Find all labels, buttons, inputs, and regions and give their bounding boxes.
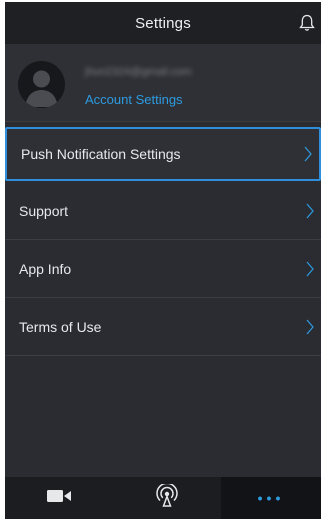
- chevron-right-icon: [305, 261, 315, 277]
- account-section[interactable]: jhun2324@gmail.com Account Settings: [5, 44, 321, 122]
- tab-video[interactable]: [5, 477, 113, 519]
- menu-item-app-info[interactable]: App Info: [5, 240, 321, 298]
- account-email: jhun2324@gmail.com: [85, 66, 192, 78]
- user-avatar-icon: [18, 61, 65, 108]
- chevron-right-icon: [305, 203, 315, 219]
- broadcast-icon: [155, 482, 179, 513]
- menu-item-label: Support: [19, 202, 69, 219]
- menu-item-label: Push Notification Settings: [21, 146, 181, 162]
- menu-item-push-notification-settings[interactable]: Push Notification Settings: [5, 127, 321, 181]
- menu-item-support[interactable]: Support: [5, 182, 321, 240]
- page-title: Settings: [135, 14, 191, 32]
- video-camera-icon: [46, 488, 72, 509]
- bell-icon[interactable]: [299, 14, 315, 32]
- header-bar: Settings: [5, 2, 321, 44]
- tab-broadcast[interactable]: [113, 477, 221, 519]
- tab-more[interactable]: •••: [221, 477, 321, 519]
- settings-screen: Settings jhun2324@gmail.com Account Sett…: [5, 2, 321, 519]
- menu-item-label: Terms of Use: [19, 318, 102, 335]
- menu-item-label: App Info: [19, 260, 72, 277]
- settings-menu: Push Notification Settings Support App I…: [5, 124, 321, 356]
- bottom-tab-bar: •••: [5, 477, 321, 519]
- chevron-right-icon: [305, 319, 315, 335]
- chevron-right-icon: [303, 146, 313, 162]
- account-settings-link[interactable]: Account Settings: [85, 92, 183, 107]
- more-dots-icon: •••: [257, 490, 285, 506]
- menu-item-terms-of-use[interactable]: Terms of Use: [5, 298, 321, 356]
